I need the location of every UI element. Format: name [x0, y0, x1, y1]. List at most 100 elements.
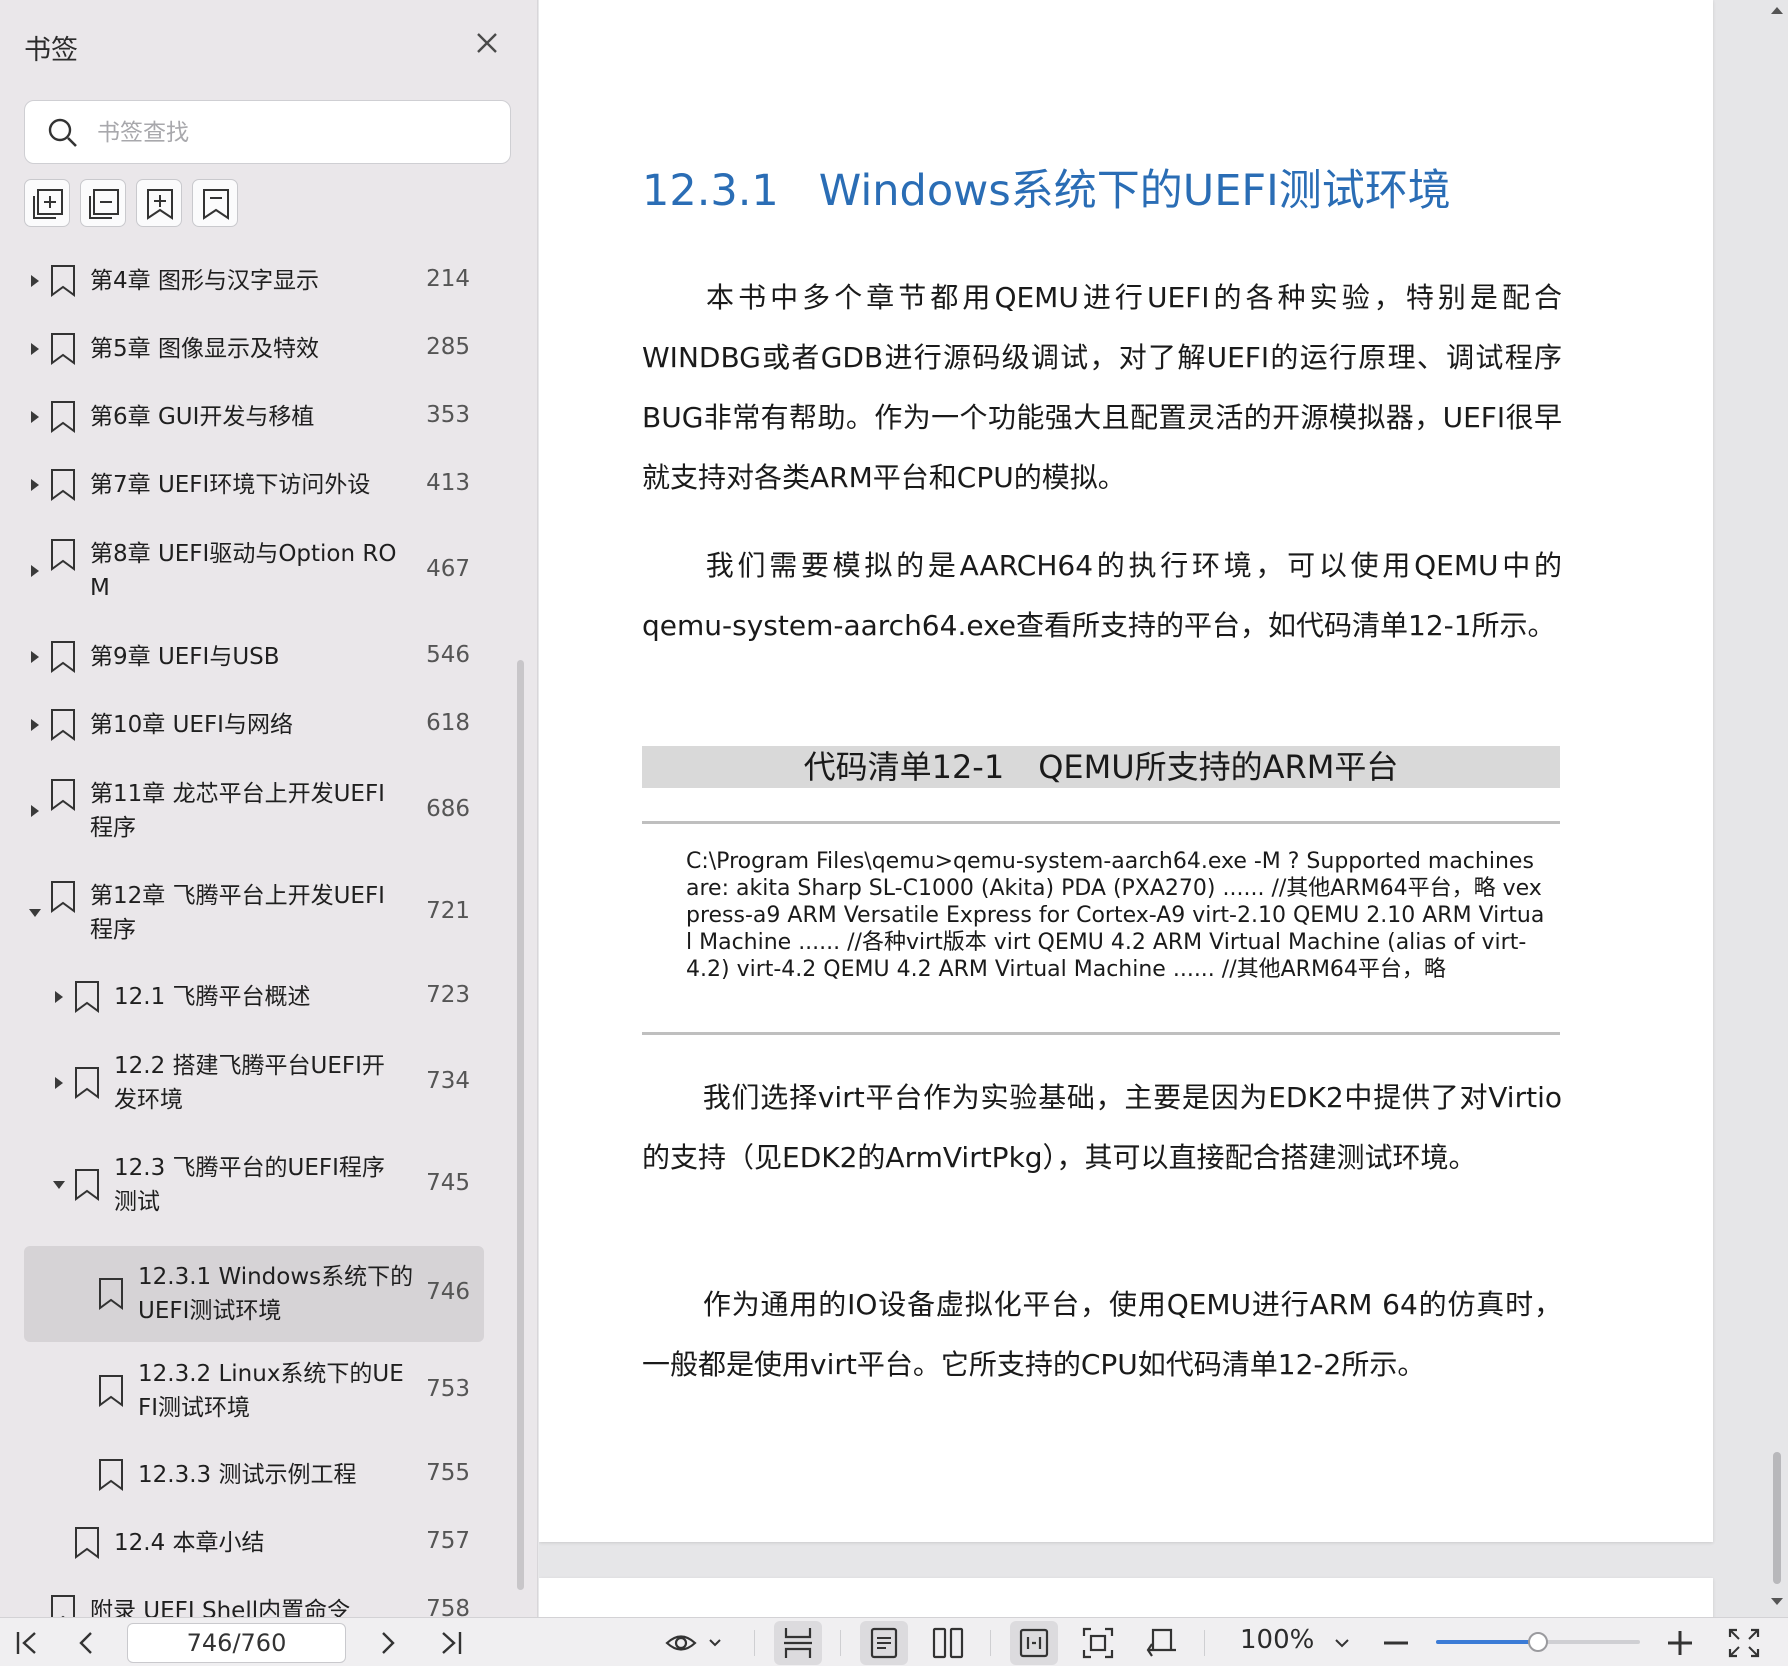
zoom-out-button[interactable] — [1380, 1624, 1412, 1662]
double-page-button[interactable] — [930, 1624, 966, 1662]
bookmark-page-number: 746 — [426, 1279, 470, 1305]
bookmark-icon — [203, 189, 229, 220]
bookmark-label: 12.4 本章小结 — [114, 1526, 380, 1560]
bookmark-item[interactable]: 第4章 图形与汉字显示 214 — [24, 256, 484, 306]
sidebar-title: 书签 — [24, 35, 78, 66]
next-page-button[interactable] — [370, 1624, 404, 1662]
zoom-in-icon — [1668, 1631, 1692, 1655]
expanded-arrow-icon[interactable] — [28, 906, 42, 920]
zoom-dropdown-button[interactable] — [1330, 1624, 1354, 1662]
collapse-all-icon — [89, 189, 119, 219]
fit-width-button[interactable] — [1016, 1624, 1052, 1662]
paragraph-text: 本书中多个章节都用QEMU进行UEFI的各种实验，特别是配合WINDBG或者GD… — [642, 281, 1562, 494]
fullscreen-button[interactable] — [1726, 1624, 1762, 1662]
fullscreen-icon — [1728, 1628, 1760, 1658]
bookmark-item[interactable]: 第8章 UEFI驱动与Option RO M 467 — [24, 528, 484, 614]
continuous-scroll-button[interactable] — [780, 1624, 816, 1662]
bookmark-item[interactable]: 附录 UEFI Shell内置命令 758 — [24, 1586, 484, 1617]
expand-all-button[interactable] — [24, 179, 70, 227]
toolbar-separator — [990, 1630, 991, 1656]
bookmark-page-number: 285 — [426, 334, 470, 360]
scroll-up-icon[interactable] — [1770, 4, 1784, 16]
paragraph: 作为通用的IO设备虚拟化平台，使用QEMU进行ARM 64的仿真时，一般都是使用… — [642, 1275, 1562, 1395]
bookmark-label: 12.3.1 Windows系统下的 UEFI测试环境 — [138, 1260, 414, 1328]
document-page: 12.3.1 Windows系统下的UEFI测试环境 本书中多个章节都用QEMU进… — [539, 0, 1713, 1542]
bookmark-icon — [51, 265, 75, 297]
collapsed-arrow-icon[interactable] — [28, 410, 42, 424]
rotate-button[interactable] — [1144, 1624, 1180, 1662]
first-page-button[interactable] — [10, 1624, 44, 1662]
view-mode-button[interactable] — [664, 1624, 726, 1662]
single-page-button[interactable] — [866, 1624, 902, 1662]
collapsed-arrow-icon[interactable] — [28, 478, 42, 492]
fit-page-button[interactable] — [1080, 1624, 1116, 1662]
section-number: 12.3.1 — [642, 166, 779, 216]
bookmark-item[interactable]: 12.3 飞腾平台的UEFI程序 测试 745 — [24, 1142, 484, 1228]
expanded-arrow-icon[interactable] — [52, 1178, 66, 1192]
bookmark-item[interactable]: 12.3.2 Linux系统下的UE FI测试环境 753 — [24, 1348, 484, 1434]
bookmark-item[interactable]: 第10章 UEFI与网络 618 — [24, 700, 484, 750]
zoom-slider-fill — [1436, 1640, 1538, 1644]
document-scrollbar[interactable] — [1773, 1452, 1781, 1584]
bookmark-label-line: 12.3.1 Windows系统下的 — [138, 1264, 414, 1290]
single-page-icon — [870, 1627, 898, 1659]
collapsed-arrow-icon[interactable] — [28, 342, 42, 356]
close-icon[interactable] — [470, 26, 504, 60]
collapsed-arrow-icon[interactable] — [28, 564, 42, 578]
bookmark-item[interactable]: 12.4 本章小结 757 — [24, 1518, 484, 1568]
bookmark-item[interactable]: 第6章 GUI开发与移植 353 — [24, 392, 484, 442]
bookmark-label-line: 第12章 飞腾平台上开发UEFI — [90, 883, 385, 909]
rotate-icon — [1146, 1628, 1176, 1657]
bookmark-label-line: 程序 — [90, 917, 136, 943]
bookmark-label-line: 附录 UEFI Shell内置命令 — [90, 1598, 351, 1617]
zoom-level[interactable]: 100% — [1240, 1625, 1314, 1655]
bookmark-label-line: 12.3 飞腾平台的UEFI程序 — [114, 1155, 385, 1181]
bookmark-label-line: 12.2 搭建飞腾平台UEFI开 — [114, 1053, 385, 1079]
collapsed-arrow-icon[interactable] — [28, 274, 42, 288]
bookmark-item[interactable]: 第5章 图像显示及特效 285 — [24, 324, 484, 374]
bookmark-page-number: 353 — [426, 402, 470, 428]
bookmark-item[interactable]: 12.2 搭建飞腾平台UEFI开 发环境 734 — [24, 1040, 484, 1126]
bookmark-icon — [75, 1527, 99, 1559]
bookmark-button[interactable] — [192, 179, 238, 227]
bookmark-icon — [51, 469, 75, 501]
paragraph-text: 作为通用的IO设备虚拟化平台，使用QEMU进行ARM 64的仿真时，一般都是使用… — [642, 1288, 1562, 1381]
zoom-slider[interactable] — [1436, 1632, 1640, 1652]
last-page-button[interactable] — [434, 1624, 468, 1662]
bookmark-label: 第7章 UEFI环境下访问外设 — [90, 468, 380, 502]
page-number-input[interactable] — [127, 1623, 346, 1663]
bookmark-item[interactable]: 12.3.3 测试示例工程 755 — [24, 1450, 484, 1500]
bookmark-page-number: 214 — [426, 266, 470, 292]
bookmark-page-number: 723 — [426, 982, 470, 1008]
bookmark-label-line: 发环境 — [114, 1087, 183, 1113]
sidebar-scrollbar[interactable] — [517, 660, 524, 1590]
bookmark-page-number: 618 — [426, 710, 470, 736]
scroll-down-icon[interactable] — [1770, 1596, 1784, 1608]
bookmark-item[interactable]: 第12章 飞腾平台上开发UEFI 程序 721 — [24, 870, 484, 956]
code-bottom-rule — [642, 1032, 1560, 1035]
bookmark-item[interactable]: 第11章 龙芯平台上开发UEFI 程序 686 — [24, 768, 484, 854]
bookmark-item[interactable]: 12.3.1 Windows系统下的 UEFI测试环境 746 — [24, 1246, 484, 1342]
bookmark-icon — [99, 1278, 123, 1310]
add-bookmark-button[interactable] — [136, 179, 182, 227]
bookmark-page-number: 467 — [426, 556, 470, 582]
collapsed-arrow-icon[interactable] — [28, 650, 42, 664]
bookmark-page-number: 757 — [426, 1528, 470, 1554]
zoom-slider-knob[interactable] — [1528, 1632, 1548, 1652]
reader-window: 书签 第4章 图形与汉字显示 214 第5章 图像显示及特效 285 第6章 GUI开发… — [0, 0, 1788, 1666]
bookmark-label-line: FI测试环境 — [138, 1395, 251, 1421]
toolbar-separator — [754, 1630, 755, 1656]
collapsed-arrow-icon[interactable] — [52, 1076, 66, 1090]
bookmark-item[interactable]: 第7章 UEFI环境下访问外设 413 — [24, 460, 484, 510]
prev-page-button[interactable] — [70, 1624, 104, 1662]
document-view: 12.3.1 Windows系统下的UEFI测试环境 本书中多个章节都用QEMU进… — [539, 0, 1788, 1617]
bookmark-search-input[interactable] — [97, 111, 497, 155]
zoom-in-button[interactable] — [1664, 1624, 1696, 1662]
collapsed-arrow-icon[interactable] — [28, 718, 42, 732]
bookmark-item[interactable]: 第9章 UEFI与USB 546 — [24, 632, 484, 682]
collapse-all-button[interactable] — [80, 179, 126, 227]
bookmark-item[interactable]: 12.1 飞腾平台概述 723 — [24, 972, 484, 1022]
collapsed-arrow-icon[interactable] — [28, 804, 42, 818]
collapsed-arrow-icon[interactable] — [52, 990, 66, 1004]
bookmark-label: 12.2 搭建飞腾平台UEFI开 发环境 — [114, 1049, 385, 1117]
